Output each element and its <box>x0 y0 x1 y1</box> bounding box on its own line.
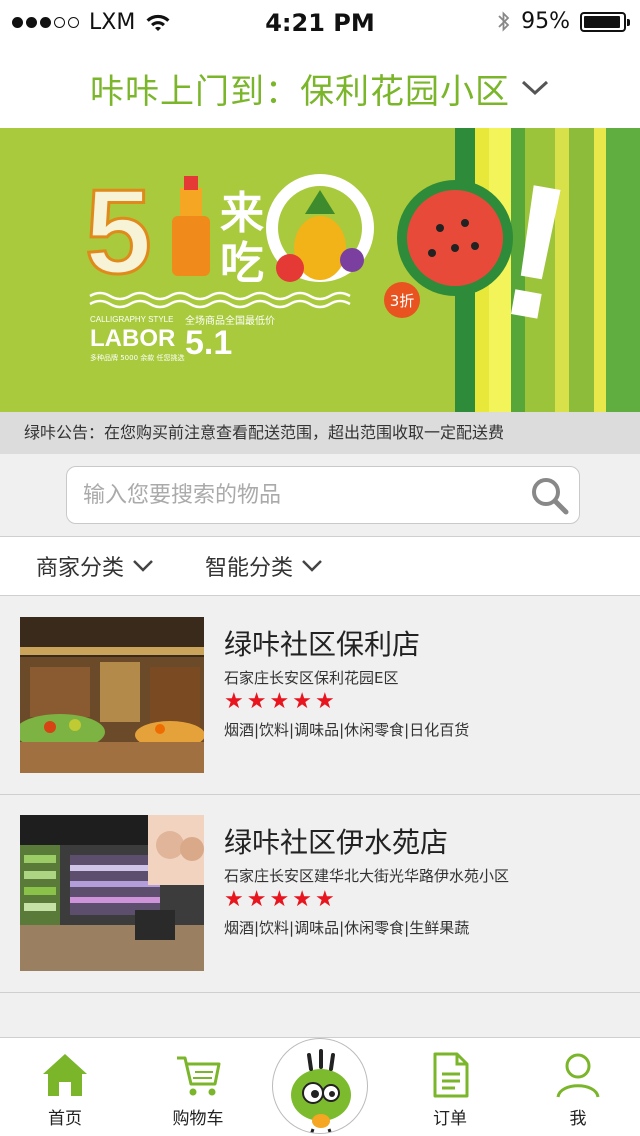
star-icon: ★ <box>314 689 335 714</box>
star-icon: ★ <box>269 689 290 714</box>
user-icon <box>556 1053 600 1098</box>
promo-banner[interactable]: 5 来 吃 ! 3折 CALLIGRAPHY STYLE 全场商品全国最低价 L… <box>0 128 640 412</box>
store-rating: ★ ★ ★ ★ ★ <box>224 689 335 715</box>
banner-subline-2: 多种品牌 5000 余款 任您挑选 <box>90 353 185 362</box>
banner-calligraphy: CALLIGRAPHY STYLE <box>90 315 173 324</box>
chevron-down-icon <box>133 560 153 572</box>
store-categories: 烟酒|饮料|调味品|休闲零食|生鲜果蔬 <box>224 919 470 937</box>
battery-percent: 95% <box>521 9 570 34</box>
banner-art: 5 来 吃 ! 3折 CALLIGRAPHY STYLE 全场商品全国最低价 L… <box>0 128 640 412</box>
star-icon: ★ <box>246 887 267 912</box>
tab-orders[interactable]: 订单 <box>400 1038 500 1136</box>
tab-cart[interactable]: 购物车 <box>148 1038 248 1136</box>
order-icon <box>433 1052 469 1098</box>
store-list-item[interactable]: 绿咔社区伊水苑店 石家庄长安区建华北大街光华路伊水苑小区 ★ ★ ★ ★ ★ 烟… <box>0 795 640 993</box>
home-icon <box>43 1054 87 1096</box>
tab-label: 首页 <box>48 1109 82 1129</box>
store-name: 绿咔社区保利店 <box>224 628 421 661</box>
search-section <box>0 454 640 536</box>
star-icon: ★ <box>269 887 290 912</box>
discount-badge: 3折 <box>390 292 415 310</box>
filter-label: 商家分类 <box>36 556 125 581</box>
star-icon: ★ <box>224 887 244 912</box>
store-name: 绿咔社区伊水苑店 <box>224 826 449 859</box>
filter-smart-category[interactable]: 智能分类 <box>205 537 323 595</box>
status-bar: LXM 4:21 PM 95% <box>0 0 640 48</box>
chevron-down-icon[interactable] <box>520 78 550 98</box>
tab-home[interactable]: 首页 <box>15 1038 115 1136</box>
filter-merchant-category[interactable]: 商家分类 <box>36 537 154 595</box>
star-icon: ★ <box>224 689 244 714</box>
tab-me[interactable]: 我 <box>528 1038 628 1136</box>
banner-labor: LABOR <box>90 325 175 352</box>
star-icon: ★ <box>246 689 267 714</box>
star-icon: ★ <box>292 887 312 912</box>
cart-icon <box>177 1056 221 1096</box>
location-title[interactable]: 咔咔上门到：保利花园小区 <box>90 64 510 113</box>
center-mascot-button[interactable] <box>272 1038 368 1134</box>
status-right: 95% <box>497 9 630 34</box>
star-icon: ★ <box>314 887 335 912</box>
search-input[interactable] <box>83 467 523 523</box>
store-list-item[interactable]: 绿咔社区保利店 石家庄长安区保利花园E区 ★ ★ ★ ★ ★ 烟酒|饮料|调味品… <box>0 597 640 795</box>
battery-level <box>584 15 621 28</box>
filter-bar: 商家分类 智能分类 <box>0 536 640 596</box>
store-categories: 烟酒|饮料|调味品|休闲零食|日化百货 <box>224 721 470 739</box>
store-address: 石家庄长安区保利花园E区 <box>224 669 399 687</box>
location-header[interactable]: 咔咔上门到：保利花园小区 <box>0 48 640 128</box>
store-photo <box>20 617 204 773</box>
store-address: 石家庄长安区建华北大街光华路伊水苑小区 <box>224 867 510 885</box>
search-icon[interactable] <box>529 475 571 517</box>
search-box[interactable] <box>66 466 580 524</box>
filter-label: 智能分类 <box>205 556 294 581</box>
store-rating: ★ ★ ★ ★ ★ <box>224 887 335 913</box>
chevron-down-icon <box>302 560 322 572</box>
banner-date: 5.1 <box>185 324 232 362</box>
mascot-icon <box>291 1049 351 1133</box>
banner-text-1: 来 <box>220 188 264 239</box>
banner-numeral: 5 <box>85 165 152 299</box>
banner-text-2: 吃 <box>220 238 264 289</box>
bluetooth-icon <box>498 10 510 32</box>
star-icon: ★ <box>292 689 312 714</box>
tab-label: 我 <box>569 1109 587 1129</box>
store-photo <box>20 815 204 971</box>
tab-label: 订单 <box>433 1109 467 1129</box>
battery-icon <box>580 11 630 32</box>
announcement-bar: 绿咔公告：在您购买前注意查看配送范围，超出范围收取一定配送费 <box>0 412 640 454</box>
tab-label: 购物车 <box>172 1109 224 1129</box>
